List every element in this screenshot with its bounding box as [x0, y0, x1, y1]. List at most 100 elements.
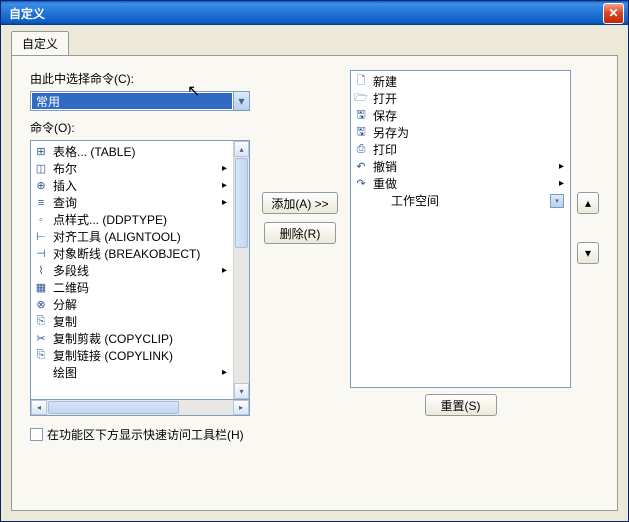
command-icon: 🗁 [353, 91, 369, 107]
list-item-label: 插入 [53, 177, 77, 194]
command-icon: ⊕ [33, 178, 49, 194]
command-icon: ⎘ [33, 348, 49, 364]
list-item-label: 打印 [373, 141, 397, 158]
command-icon: ⎘ [33, 314, 49, 330]
move-down-button[interactable]: ▾ [577, 242, 599, 264]
command-icon: ↶ [353, 159, 369, 175]
quick-access-listbox[interactable]: 🗋新建🗁打开🖫保存🖫另存为⎙打印↶撤销▸↷重做▸工作空间▾ [350, 70, 571, 388]
command-icon: ⊗ [33, 297, 49, 313]
command-icon: 🖫 [353, 108, 369, 124]
list-item[interactable]: ≡查询 [31, 194, 233, 211]
submenu-arrow-icon: ▸ [559, 178, 564, 189]
horizontal-scrollbar[interactable]: ◂ ▸ [30, 400, 250, 416]
commands-label: 命令(O): [30, 119, 250, 136]
category-combo-value: 常用 [32, 93, 232, 109]
command-icon: ⊞ [33, 144, 49, 160]
command-icon: 🖫 [353, 125, 369, 141]
list-item[interactable]: ▦二维码 [31, 279, 233, 296]
list-item[interactable]: 绘图 [31, 364, 233, 381]
show-below-ribbon-checkbox[interactable] [30, 428, 43, 441]
list-item-label: 多段线 [53, 262, 89, 279]
list-item[interactable]: 🗁打开 [351, 90, 570, 107]
list-item-label: 撤销 [373, 158, 397, 175]
reset-button[interactable]: 重置(S) [425, 394, 497, 416]
list-item[interactable]: ⊞表格... (TABLE) [31, 143, 233, 160]
list-item-label: 重做 [373, 175, 397, 192]
tab-panel: 由此中选择命令(C): 常用 ▾ 命令(O): ⊞表格... (TABLE)◫布… [11, 55, 618, 511]
list-item-label: 查询 [53, 194, 77, 211]
list-item[interactable]: 工作空间 ▾ [351, 192, 570, 209]
command-icon [371, 193, 387, 209]
list-item[interactable]: ↷重做 ▸ [351, 175, 570, 192]
remove-button[interactable]: 删除(R) [264, 222, 336, 244]
command-icon: ⊢ [33, 229, 49, 245]
close-button[interactable]: ✕ [603, 3, 624, 24]
show-below-ribbon-label: 在功能区下方显示快速访问工具栏(H) [47, 426, 244, 443]
command-icon [33, 365, 49, 381]
reorder-buttons: ▴ ▾ [577, 70, 599, 416]
list-item[interactable]: ⊕插入 [31, 177, 233, 194]
list-item[interactable]: ◦点样式... (DDPTYPE) [31, 211, 233, 228]
middle-column: 添加(A) >> 删除(R) [260, 70, 340, 416]
command-icon: ⎙ [353, 142, 369, 158]
list-item[interactable]: ⊣对象断线 (BREAKOBJECT) [31, 245, 233, 262]
command-icon: ▦ [33, 280, 49, 296]
triangle-down-icon: ▾ [585, 246, 591, 260]
scroll-thumb[interactable] [235, 158, 248, 248]
list-item[interactable]: ↶撤销 ▸ [351, 158, 570, 175]
list-item-label: 保存 [373, 107, 397, 124]
scroll-down-button[interactable]: ▾ [234, 383, 249, 399]
list-item[interactable]: ⎘复制 [31, 313, 233, 330]
list-item[interactable]: ⊢对齐工具 (ALIGNTOOL) [31, 228, 233, 245]
add-button[interactable]: 添加(A) >> [262, 192, 337, 214]
list-item-label: 工作空间 [391, 192, 439, 209]
list-item-label: 点样式... (DDPTYPE) [53, 211, 167, 228]
list-item[interactable]: ⎘复制链接 (COPYLINK) [31, 347, 233, 364]
list-item[interactable]: 🗋新建 [351, 73, 570, 90]
list-item[interactable]: ✂复制剪裁 (COPYCLIP) [31, 330, 233, 347]
hscroll-thumb[interactable] [48, 401, 179, 414]
list-item-label: 复制链接 (COPYLINK) [53, 347, 173, 364]
list-item[interactable]: ⊗分解 [31, 296, 233, 313]
list-item[interactable]: ◫布尔 [31, 160, 233, 177]
submenu-arrow-icon: ▸ [559, 161, 564, 172]
command-icon: ≡ [33, 195, 49, 211]
vertical-scrollbar[interactable]: ▴ ▾ [233, 141, 249, 399]
command-icon: 🗋 [353, 74, 369, 90]
triangle-up-icon: ▴ [585, 196, 591, 210]
list-item-label: 表格... (TABLE) [53, 143, 135, 160]
chevron-down-icon[interactable]: ▾ [233, 92, 249, 110]
list-item-label: 另存为 [373, 124, 409, 141]
titlebar[interactable]: 自定义 ✕ [1, 1, 628, 25]
command-icon: ◦ [33, 212, 49, 228]
list-item-label: 分解 [53, 296, 77, 313]
right-column: 🗋新建🗁打开🖫保存🖫另存为⎙打印↶撤销▸↷重做▸工作空间▾ 重置(S) ▴ ▾ [350, 70, 599, 416]
move-up-button[interactable]: ▴ [577, 192, 599, 214]
scroll-right-button[interactable]: ▸ [233, 400, 249, 415]
list-item[interactable]: 🖫另存为 [351, 124, 570, 141]
list-item[interactable]: ⎙打印 [351, 141, 570, 158]
client-area: ↖ 自定义 由此中选择命令(C): 常用 ▾ 命令(O): ⊞表格... (TA… [1, 25, 628, 521]
window-title: 自定义 [9, 5, 603, 22]
command-icon: ↷ [353, 176, 369, 192]
list-item-label: 二维码 [53, 279, 89, 296]
category-combo[interactable]: 常用 ▾ [30, 91, 250, 111]
list-item-label: 布尔 [53, 160, 77, 177]
customize-dialog: 自定义 ✕ ↖ 自定义 由此中选择命令(C): 常用 ▾ 命令(O): ⊞表格.… [0, 0, 629, 522]
left-column: 由此中选择命令(C): 常用 ▾ 命令(O): ⊞表格... (TABLE)◫布… [30, 70, 250, 416]
choose-from-label: 由此中选择命令(C): [30, 70, 250, 87]
scroll-up-button[interactable]: ▴ [234, 141, 249, 157]
list-item-label: 打开 [373, 90, 397, 107]
list-item[interactable]: ⌇多段线 [31, 262, 233, 279]
scroll-left-button[interactable]: ◂ [31, 400, 47, 415]
list-item-label: 复制剪裁 (COPYCLIP) [53, 330, 173, 347]
tab-strip: 自定义 [11, 31, 618, 55]
show-below-ribbon-row: 在功能区下方显示快速访问工具栏(H) [30, 426, 599, 443]
dropdown-icon[interactable]: ▾ [550, 194, 564, 208]
tab-customize[interactable]: 自定义 [11, 31, 69, 55]
command-icon: ⌇ [33, 263, 49, 279]
commands-listbox[interactable]: ⊞表格... (TABLE)◫布尔⊕插入≡查询◦点样式... (DDPTYPE)… [30, 140, 250, 400]
command-icon: ⊣ [33, 246, 49, 262]
list-item-label: 对象断线 (BREAKOBJECT) [53, 245, 200, 262]
list-item[interactable]: 🖫保存 [351, 107, 570, 124]
